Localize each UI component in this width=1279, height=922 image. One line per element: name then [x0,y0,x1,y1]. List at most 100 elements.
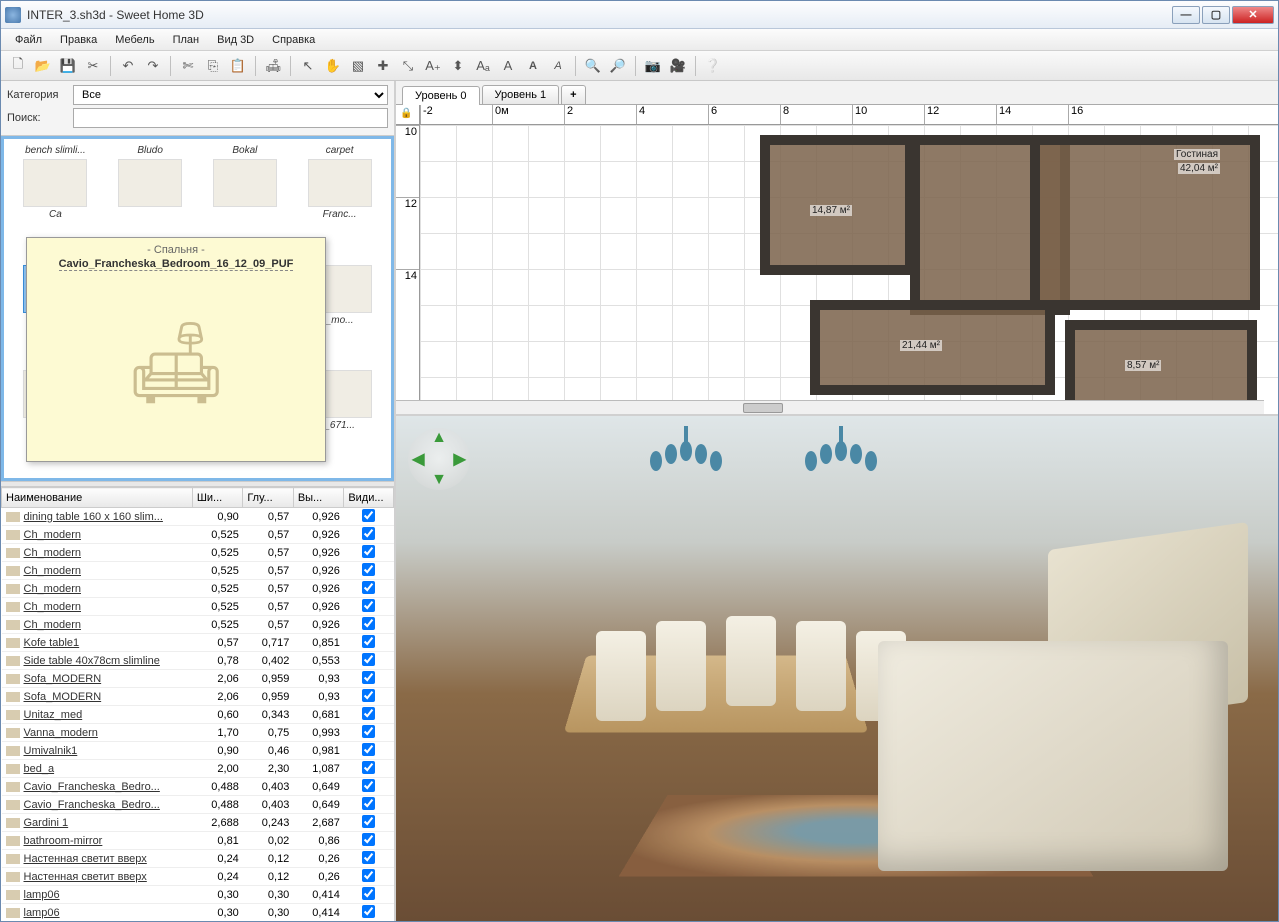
room[interactable]: 8,57 м² [1065,320,1257,400]
new-icon[interactable]: 🗋 [7,55,29,77]
room[interactable]: 14,87 м² [760,135,915,275]
visible-checkbox[interactable] [362,905,375,918]
room[interactable]: Гостиная 42,04 м² [1030,135,1260,310]
redo-icon[interactable]: ↷ [142,55,164,77]
col-depth[interactable]: Глу... [243,488,294,508]
visible-checkbox[interactable] [362,671,375,684]
italic-icon[interactable]: A [547,55,569,77]
visible-checkbox[interactable] [362,527,375,540]
table-row[interactable]: Kofe table1 0,57 0,717 0,851 [2,634,394,652]
visible-checkbox[interactable] [362,833,375,846]
visible-checkbox[interactable] [362,851,375,864]
visible-checkbox[interactable] [362,635,375,648]
visible-checkbox[interactable] [362,617,375,630]
visible-checkbox[interactable] [362,869,375,882]
undo-icon[interactable]: ↶ [117,55,139,77]
wall-icon[interactable]: ▧ [347,55,369,77]
ruler-lock-icon[interactable] [396,105,420,125]
table-row[interactable]: Vanna_modern 1,70 0,75 0,993 [2,724,394,742]
visible-checkbox[interactable] [362,815,375,828]
room[interactable]: 21,44 м² [810,300,1055,395]
catalog-item-icon[interactable] [23,159,87,207]
visible-checkbox[interactable] [362,545,375,558]
visible-checkbox[interactable] [362,581,375,594]
room-icon[interactable]: ✚ [372,55,394,77]
col-visible[interactable]: Види... [344,488,394,508]
floorplan-canvas[interactable]: -20м246810121416 101214 14,87 м² Гостина… [396,105,1278,414]
visible-checkbox[interactable] [362,707,375,720]
video-icon[interactable]: 🎥 [667,55,689,77]
visible-checkbox[interactable] [362,599,375,612]
search-input[interactable] [73,108,388,128]
table-row[interactable]: dining table 160 x 160 slim... 0,90 0,57… [2,508,394,526]
table-row[interactable]: Ch_modern 0,525 0,57 0,926 [2,598,394,616]
select-icon[interactable]: ↖ [297,55,319,77]
furniture-catalog[interactable]: bench slimli...Ca Bludo Bokal carpetFran… [1,136,394,481]
textsize-icon[interactable]: Aₐ [472,55,494,77]
visible-checkbox[interactable] [362,887,375,900]
view3d-pane[interactable]: ▲ ◀▶ ▼ [396,416,1278,921]
table-row[interactable]: lamp06 0,30 0,30 0,414 [2,886,394,904]
table-row[interactable]: Настенная светит вверх 0,24 0,12 0,26 [2,850,394,868]
visible-checkbox[interactable] [362,761,375,774]
menu-plan[interactable]: План [165,32,208,48]
visible-checkbox[interactable] [362,653,375,666]
table-row[interactable]: bathroom-mirror 0,81 0,02 0,86 [2,832,394,850]
catalog-item-icon[interactable] [213,159,277,207]
table-row[interactable]: Side table 40x78cm slimline 0,78 0,402 0… [2,652,394,670]
visible-checkbox[interactable] [362,563,375,576]
zoomin-icon[interactable]: 🔍 [582,55,604,77]
dimension-icon[interactable]: A₊ [422,55,444,77]
copy-icon[interactable]: ⎘ [202,55,224,77]
zoomout-icon[interactable]: 🔎 [607,55,629,77]
menu-edit[interactable]: Правка [52,32,105,48]
table-row[interactable]: bed_a 2,00 2,30 1,087 [2,760,394,778]
camera-icon[interactable]: 📷 [642,55,664,77]
table-row[interactable]: Ch_modern 0,525 0,57 0,926 [2,562,394,580]
visible-checkbox[interactable] [362,689,375,702]
style-icon[interactable]: A [497,55,519,77]
table-row[interactable]: Cavio_Francheska_Bedro... 0,488 0,403 0,… [2,778,394,796]
table-row[interactable]: Umivalnik1 0,90 0,46 0,981 [2,742,394,760]
visible-checkbox[interactable] [362,509,375,522]
table-row[interactable]: Ch_modern 0,525 0,57 0,926 [2,526,394,544]
add-furniture-icon[interactable]: 🛋 [262,55,284,77]
visible-checkbox[interactable] [362,797,375,810]
pan-icon[interactable]: ✋ [322,55,344,77]
visible-checkbox[interactable] [362,779,375,792]
tab-level-0[interactable]: Уровень 0 [402,86,480,105]
nav-compass[interactable]: ▲ ◀▶ ▼ [408,428,470,490]
table-row[interactable]: Sofa_MODERN 2,06 0,959 0,93 [2,670,394,688]
menu-3dview[interactable]: Вид 3D [209,32,262,48]
visible-checkbox[interactable] [362,725,375,738]
polyline-icon[interactable]: ⤡ [397,55,419,77]
help-icon[interactable]: ❔ [702,55,724,77]
table-row[interactable]: Ch_modern 0,525 0,57 0,926 [2,580,394,598]
table-row[interactable]: Настенная светит вверх 0,24 0,12 0,26 [2,868,394,886]
menu-help[interactable]: Справка [264,32,323,48]
col-name[interactable]: Наименование [2,488,193,508]
floorplan-grid[interactable]: 14,87 м² Гостиная 42,04 м² 21,44 м² 8,57… [420,125,1278,400]
menu-file[interactable]: Файл [7,32,50,48]
minimize-button[interactable]: — [1172,6,1200,24]
plan-scrollbar-h[interactable] [396,400,1264,414]
paste-icon[interactable]: 📋 [227,55,249,77]
tab-add-level[interactable]: + [561,85,585,104]
furniture-table-pane[interactable]: Наименование Ши... Глу... Вы... Види... … [1,487,394,921]
table-row[interactable]: Ch_modern 0,525 0,57 0,926 [2,544,394,562]
menu-furniture[interactable]: Мебель [107,32,162,48]
visible-checkbox[interactable] [362,743,375,756]
col-height[interactable]: Вы... [293,488,344,508]
tab-level-1[interactable]: Уровень 1 [482,85,560,104]
col-width[interactable]: Ши... [192,488,243,508]
catalog-item-icon[interactable] [118,159,182,207]
open-icon[interactable]: 📂 [32,55,54,77]
cut-icon[interactable]: ✄ [177,55,199,77]
bold-icon[interactable]: A [522,55,544,77]
table-row[interactable]: Gardini 1 2,688 0,243 2,687 [2,814,394,832]
table-row[interactable]: Unitaz_med 0,60 0,343 0,681 [2,706,394,724]
save-icon[interactable]: 💾 [57,55,79,77]
table-row[interactable]: Sofa_MODERN 2,06 0,959 0,93 [2,688,394,706]
close-button[interactable]: ✕ [1232,6,1274,24]
text-icon[interactable]: ⬍ [447,55,469,77]
